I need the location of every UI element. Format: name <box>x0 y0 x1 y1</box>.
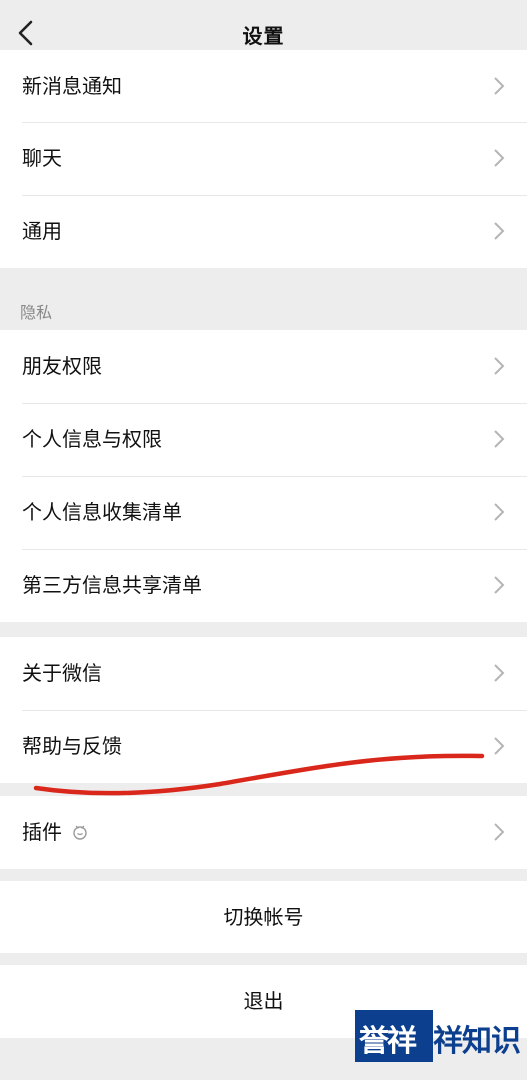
chevron-right-icon <box>494 737 505 755</box>
settings-group-about: 关于微信 帮助与反馈 <box>0 637 527 783</box>
plugin-badge-icon <box>73 825 87 840</box>
row-third-party-sharing-list[interactable]: 第三方信息共享清单 <box>0 549 527 622</box>
watermark-text-b: 祥知识 <box>433 1024 521 1059</box>
row-label: 聊天 <box>22 146 62 170</box>
row-label: 新消息通知 <box>22 74 122 98</box>
settings-group-privacy: 朋友权限 个人信息与权限 个人信息收集清单 第三方信息共享清单 <box>0 330 527 622</box>
section-label-privacy: 隐私 <box>20 303 53 322</box>
chevron-right-icon <box>494 430 505 448</box>
row-about-wechat[interactable]: 关于微信 <box>0 637 527 710</box>
switch-account-label: 切换帐号 <box>223 905 304 929</box>
settings-group-general: 新消息通知 聊天 通用 <box>0 50 527 268</box>
chevron-right-icon <box>494 664 505 682</box>
row-new-message-notification[interactable]: 新消息通知 <box>0 50 527 122</box>
row-label: 第三方信息共享清单 <box>22 573 202 597</box>
row-help-feedback[interactable]: 帮助与反馈 <box>0 710 527 783</box>
row-label: 个人信息与权限 <box>22 427 162 451</box>
row-plugins[interactable]: 插件 <box>0 796 527 869</box>
chevron-right-icon <box>494 823 505 841</box>
row-label: 帮助与反馈 <box>22 734 122 758</box>
row-label: 关于微信 <box>22 661 102 685</box>
chevron-right-icon <box>494 222 505 240</box>
row-general[interactable]: 通用 <box>0 195 527 268</box>
chevron-right-icon <box>494 503 505 521</box>
row-personal-info-collection-list[interactable]: 个人信息收集清单 <box>0 476 527 549</box>
chevron-right-icon <box>494 357 505 375</box>
row-personal-info-permissions[interactable]: 个人信息与权限 <box>0 403 527 476</box>
watermark-text-a: 誉祥 <box>359 1024 417 1059</box>
settings-group-plugins: 插件 <box>0 796 527 869</box>
row-label: 个人信息收集清单 <box>22 500 182 524</box>
row-label: 朋友权限 <box>22 354 102 378</box>
chevron-right-icon <box>494 77 505 95</box>
watermark-logo: 誉祥 祥知识 <box>355 1010 521 1062</box>
switch-account-button[interactable]: 切换帐号 <box>0 881 527 953</box>
row-chat[interactable]: 聊天 <box>0 122 527 195</box>
page-title: 设置 <box>242 24 285 48</box>
row-label: 通用 <box>22 219 62 243</box>
row-friend-permissions[interactable]: 朋友权限 <box>0 330 527 403</box>
chevron-right-icon <box>494 149 505 167</box>
row-label: 插件 <box>22 820 62 844</box>
chevron-right-icon <box>494 576 505 594</box>
